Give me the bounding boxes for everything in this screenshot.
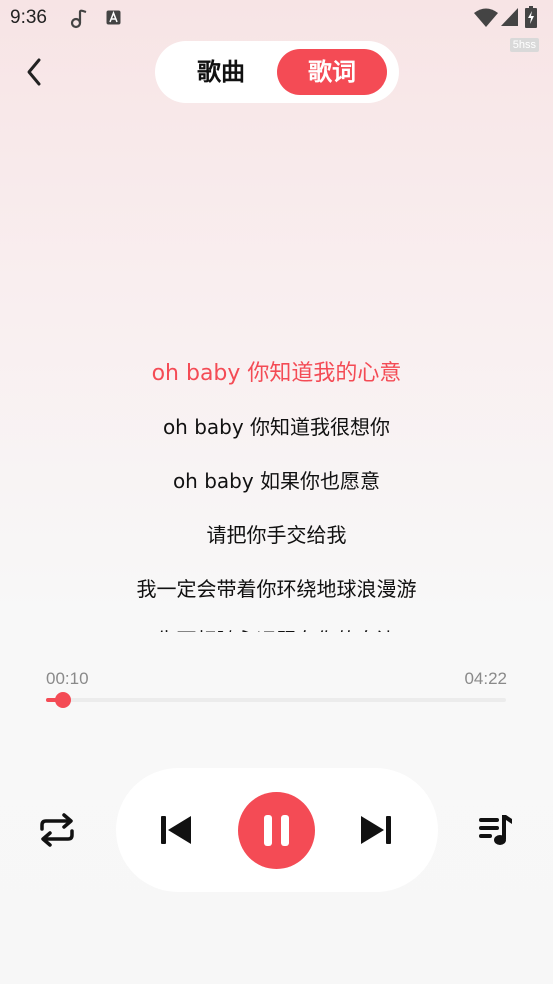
tab-song[interactable]: 歌曲 [171,49,271,95]
skip-next-icon [361,816,391,844]
next-button[interactable] [358,813,394,851]
music-note-icon [70,9,87,29]
pause-icon [264,815,289,846]
repeat-button[interactable] [36,812,78,852]
progress-bar[interactable] [46,692,506,708]
pause-button[interactable] [238,792,315,869]
repeat-icon [40,813,74,847]
lyric-line: oh baby 如果你也愿意 [172,469,381,493]
tab-lyrics[interactable]: 歌词 [277,49,387,95]
chevron-left-icon [27,58,41,86]
cell-signal-icon [501,8,518,26]
lyric-line: 生死相随永远跟在你的身边 [0,624,553,632]
status-bar: 9:36 [0,0,553,36]
status-time: 9:36 [10,7,47,28]
previous-button[interactable] [158,813,194,851]
lyrics-view[interactable]: oh baby 你知道我的心意 oh baby 你知道我很想你 oh baby … [0,340,553,632]
playlist-button[interactable] [476,812,514,852]
song-lyrics-toggle: 歌曲 歌词 [155,41,399,103]
wifi-icon [474,8,498,27]
lyric-line: oh baby 你知道我很想你 [162,415,391,439]
lyric-line: 请把你手交给我 [206,523,347,547]
progress-thumb[interactable] [55,692,72,708]
skip-previous-icon [161,816,191,844]
total-time: 04:22 [464,669,507,688]
back-button[interactable] [20,54,52,90]
playlist-music-icon [479,815,512,845]
watermark: 5hss [509,38,539,52]
notification-a-icon [106,10,121,25]
current-time: 00:10 [46,669,89,688]
battery-charging-icon [525,6,537,28]
lyric-line: 我一定会带着你环绕地球浪漫游 [136,577,417,601]
lyric-line-current: oh baby 你知道我的心意 [151,361,402,386]
